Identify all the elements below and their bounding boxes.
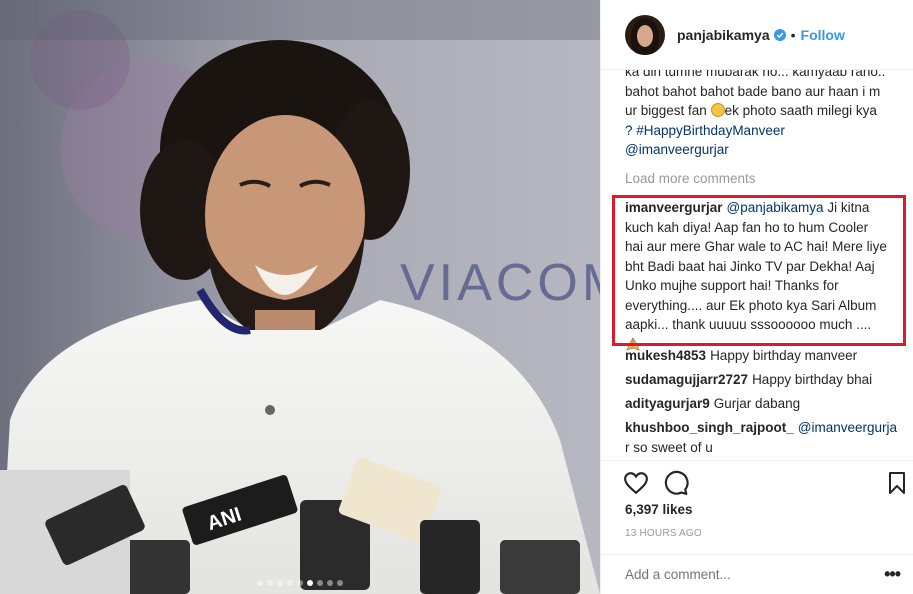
caption-text: ur biggest fan xyxy=(625,103,711,118)
comment-text: aapki... thank uuuuu sssoooooo much .... xyxy=(625,317,872,332)
hashtag-link[interactable]: ? #HappyBirthdayManveer xyxy=(625,121,901,141)
comment-text: everything.... aur Ek photo kya Sari Alb… xyxy=(625,297,877,313)
follow-button[interactable]: Follow xyxy=(801,27,845,43)
header-separator: • xyxy=(790,26,796,43)
comment-username[interactable]: adityagurjar9 xyxy=(625,396,710,411)
list-item: mukesh4853 Happy birthday manveer xyxy=(625,346,901,366)
list-item: imanveergurjar @panjabikamya Ji kitna kuc… xyxy=(625,198,901,354)
comment-text: bht Badi baat hai Jinko TV par Dekha! Aa… xyxy=(625,258,875,274)
carousel-dot[interactable] xyxy=(267,580,273,586)
likes-count[interactable]: 6,397 likes xyxy=(625,502,693,517)
post-actions: 6,397 likes 13 HOURS AGO xyxy=(601,460,913,560)
post-image: VIACOM ANI xyxy=(0,0,600,594)
bookmark-icon[interactable] xyxy=(887,470,907,496)
caption-line: ur biggest fan ek photo saath milegi kya xyxy=(625,101,901,121)
list-item: sudamagujjarr2727 Happy birthday bhai xyxy=(625,370,901,390)
mention-link[interactable]: @imanveergurja xyxy=(798,420,897,435)
caption-line: ka din tumhe mubarak ho... kamyaab raho.… xyxy=(625,70,886,79)
mention-link[interactable]: @panjabikamya xyxy=(727,200,824,215)
list-item: adityagurjar9 Gurjar dabang xyxy=(625,394,901,414)
comment-text: kuch kah diya! Aap fan ho to hum Cooler xyxy=(625,219,869,235)
grin-emoji-icon xyxy=(710,103,725,117)
carousel-dot[interactable] xyxy=(297,580,303,586)
caption-line: bahot bahot bahot bade bano aur haan i m xyxy=(625,83,881,99)
post-side-panel: panjabikamya • Follow ka din tumhe mubar… xyxy=(600,0,913,594)
carousel-dot[interactable] xyxy=(277,580,283,586)
verified-icon xyxy=(773,28,786,41)
comments-list[interactable]: ka din tumhe mubarak ho... kamyaab raho.… xyxy=(625,70,901,460)
more-options-button[interactable]: ••• xyxy=(884,564,901,585)
comment-username[interactable]: khushboo_singh_rajpoot_ xyxy=(625,420,794,435)
carousel-dot[interactable] xyxy=(317,580,323,586)
comment-text: Gurjar dabang xyxy=(713,396,801,411)
comment-username[interactable]: imanveergurjar xyxy=(625,200,723,215)
carousel-dot[interactable] xyxy=(327,580,333,586)
list-item: khushboo_singh_rajpoot_ @imanveergurja r … xyxy=(625,418,901,457)
post-header: panjabikamya • Follow xyxy=(601,0,913,70)
header-username[interactable]: panjabikamya xyxy=(677,27,770,43)
caption: ka din tumhe mubarak ho... kamyaab raho.… xyxy=(625,70,901,160)
carousel-dot[interactable] xyxy=(337,580,343,586)
carousel-dot[interactable] xyxy=(287,580,293,586)
timestamp[interactable]: 13 HOURS AGO xyxy=(625,528,702,539)
comment-input[interactable] xyxy=(625,567,875,582)
carousel-dot[interactable] xyxy=(257,580,263,586)
post-photo[interactable]: VIACOM ANI xyxy=(0,0,600,594)
heart-icon[interactable] xyxy=(623,470,649,496)
comment-text: Ji kitna xyxy=(823,200,870,215)
avatar[interactable] xyxy=(625,14,665,55)
comment-icon[interactable] xyxy=(663,470,689,496)
load-more-comments-button[interactable]: Load more comments xyxy=(625,169,756,189)
mention-link[interactable]: @imanveergurjar xyxy=(625,140,901,160)
comment-username[interactable]: sudamagujjarr2727 xyxy=(625,372,748,387)
add-comment-bar: ••• xyxy=(601,554,913,594)
comment-text: Unko mujhe support hai! Thanks for xyxy=(625,278,839,293)
carousel-dots[interactable] xyxy=(0,580,600,586)
comment-text: Happy birthday bhai xyxy=(752,372,873,387)
comment-username[interactable]: mukesh4853 xyxy=(625,348,706,363)
carousel-dot[interactable] xyxy=(307,580,313,586)
comment-text: r so sweet of u xyxy=(625,439,713,455)
comment-text: Happy birthday manveer xyxy=(710,348,858,363)
comment-text: hai aur mere Ghar wale to AC hai! Mere l… xyxy=(625,239,887,254)
caption-text: ek photo saath milegi kya xyxy=(724,103,877,118)
backdrop-text: VIACOM xyxy=(400,254,600,312)
